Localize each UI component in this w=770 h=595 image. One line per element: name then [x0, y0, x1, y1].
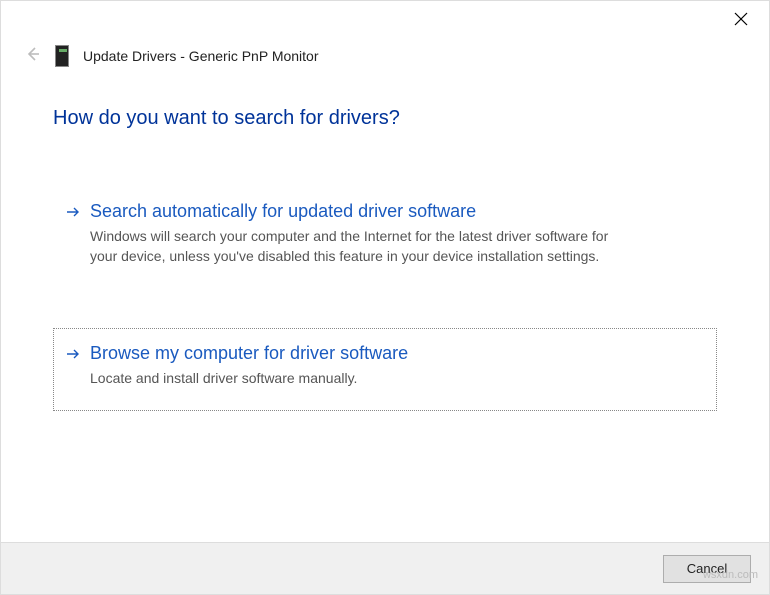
content-area: How do you want to search for drivers? S…: [1, 71, 769, 542]
watermark: wsxdn.com: [703, 569, 758, 581]
arrow-right-icon: [66, 343, 80, 366]
option-description: Windows will search your computer and th…: [90, 226, 630, 267]
titlebar: [1, 1, 769, 41]
back-button[interactable]: [25, 46, 41, 67]
close-button[interactable]: [727, 7, 755, 35]
option-search-automatically[interactable]: Search automatically for updated driver …: [53, 186, 717, 290]
dialog-footer: Cancel: [1, 542, 769, 594]
back-arrow-icon: [25, 46, 41, 67]
page-heading: How do you want to search for drivers?: [53, 107, 717, 130]
option-browse-computer[interactable]: Browse my computer for driver software L…: [53, 328, 717, 411]
arrow-right-icon: [66, 201, 80, 224]
monitor-device-icon: [55, 45, 69, 67]
header-row: Update Drivers - Generic PnP Monitor: [1, 41, 769, 71]
option-description: Locate and install driver software manua…: [90, 368, 630, 388]
update-drivers-dialog: Update Drivers - Generic PnP Monitor How…: [0, 0, 770, 595]
dialog-title: Update Drivers - Generic PnP Monitor: [83, 48, 319, 64]
close-icon: [734, 12, 748, 31]
option-title: Browse my computer for driver software: [90, 343, 696, 364]
option-title: Search automatically for updated driver …: [90, 201, 696, 222]
